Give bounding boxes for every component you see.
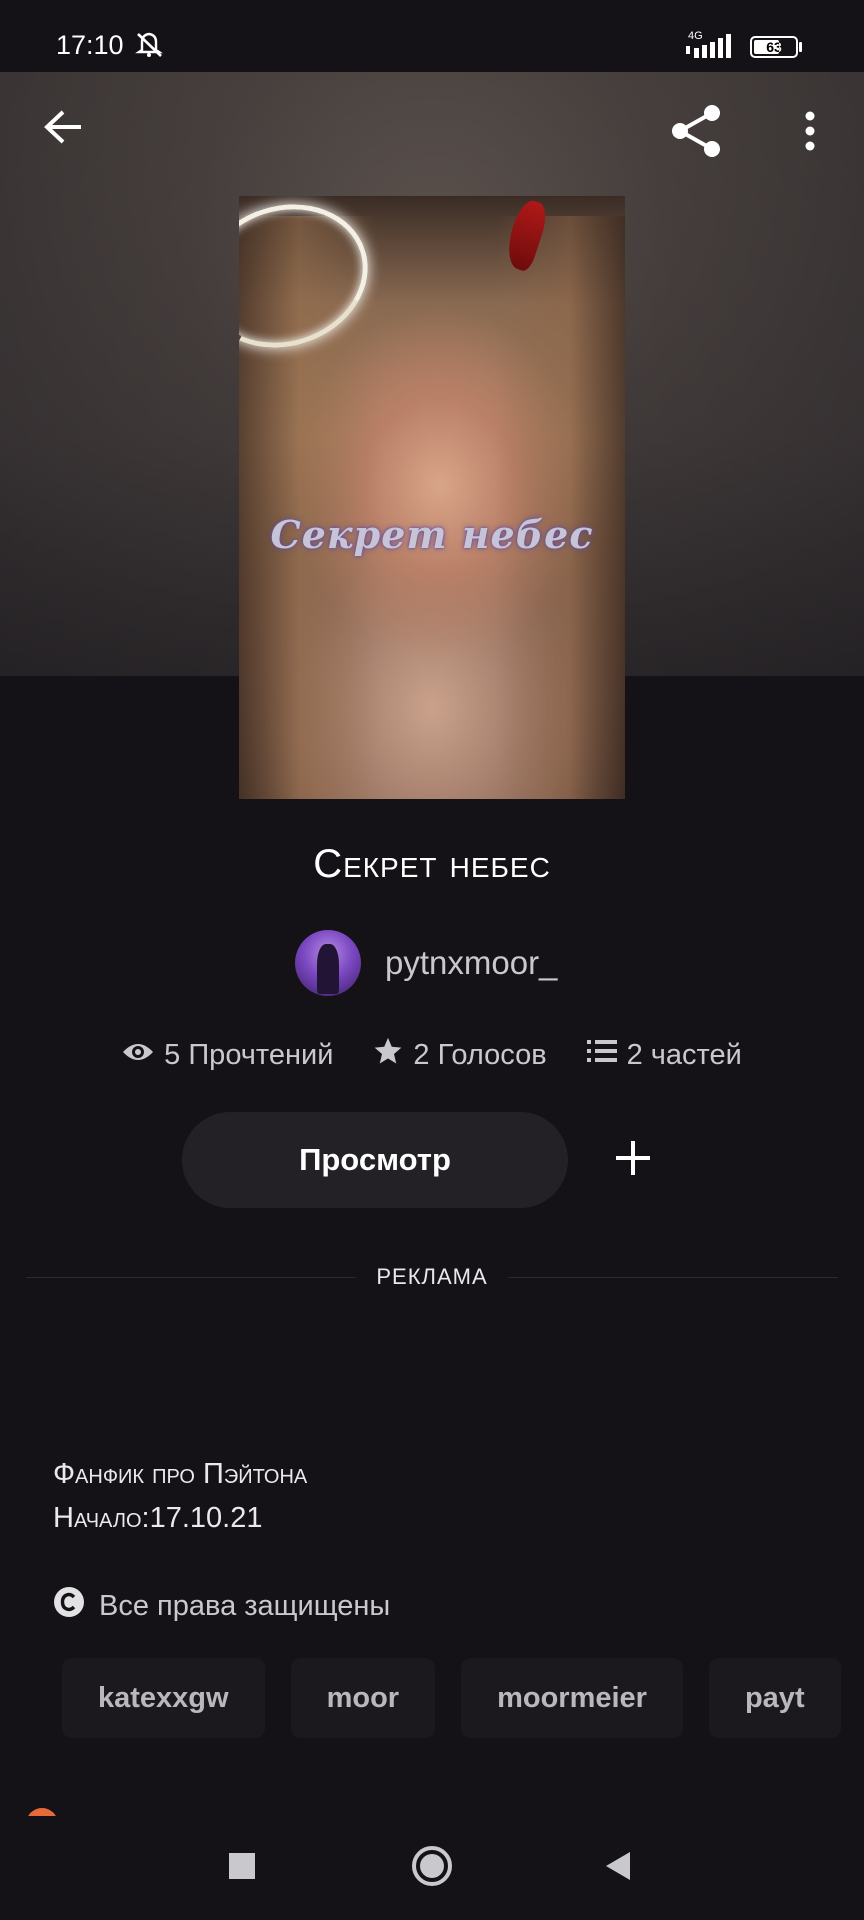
battery-icon: 63	[750, 36, 798, 58]
rights-text: Все права защищены	[99, 1589, 391, 1622]
tag-chip[interactable]: payt	[708, 1658, 841, 1738]
arrow-left-icon	[43, 109, 83, 150]
ad-label: РЕКЛАМА	[376, 1264, 488, 1289]
parts-count: 2 частей	[626, 1038, 742, 1071]
battery-percent: 63	[766, 39, 782, 55]
read-button[interactable]: Просмотр	[182, 1112, 568, 1208]
muted-bell-icon	[134, 30, 166, 63]
more-vertical-icon	[804, 111, 816, 156]
author-row[interactable]: pytnxmoor_	[295, 930, 557, 996]
copyright-row: Все права защищены	[53, 1586, 390, 1626]
story-description: Фанфик про Пэйтона Начало:17.10.21	[53, 1452, 307, 1540]
tag-list: katexxgw moor moormeier payt	[62, 1658, 864, 1738]
back-button[interactable]	[30, 96, 96, 162]
more-options-button[interactable]	[780, 100, 840, 166]
story-title: Секрет небес	[313, 842, 551, 886]
eye-icon	[122, 1039, 154, 1072]
share-icon	[668, 103, 724, 164]
cover-title: Секрет небес	[270, 512, 594, 557]
story-cover-image[interactable]: Секрет небес	[239, 196, 625, 799]
status-bar: 17:10 4G 63	[0, 0, 864, 72]
author-name[interactable]: pytnxmoor_	[385, 944, 557, 982]
add-to-library-button[interactable]	[590, 1122, 676, 1198]
ad-divider: РЕКЛАМА	[26, 1262, 838, 1292]
votes-stat: 2 Голосов	[373, 1036, 547, 1074]
tag-chip[interactable]: katexxgw	[62, 1658, 265, 1738]
description-line: Начало:17.10.21	[53, 1502, 263, 1534]
tag-chip[interactable]: moormeier	[461, 1658, 683, 1738]
tag-chip[interactable]: moor	[290, 1658, 436, 1738]
list-icon	[586, 1038, 617, 1072]
status-time: 17:10	[56, 30, 124, 60]
parts-stat: 2 частей	[586, 1036, 742, 1074]
square-icon	[229, 1852, 255, 1884]
home-circle-icon	[411, 1845, 453, 1892]
votes-count: 2 Голосов	[413, 1038, 547, 1071]
signal-icon	[684, 34, 738, 65]
star-icon	[373, 1036, 403, 1074]
copyright-icon	[53, 1586, 85, 1626]
reads-count: 5 Прочтений	[164, 1038, 334, 1071]
home-button[interactable]	[382, 1816, 482, 1920]
back-nav-button[interactable]	[568, 1816, 668, 1920]
recents-button[interactable]	[192, 1816, 292, 1920]
description-line: Фанфик про Пэйтона	[53, 1458, 308, 1490]
triangle-back-icon	[604, 1850, 632, 1887]
reads-stat: 5 Прочтений	[122, 1036, 333, 1074]
avatar[interactable]	[295, 930, 361, 996]
system-nav-bar	[0, 1816, 864, 1920]
story-stats: 5 Прочтений 2 Голосов 2 частей	[0, 1036, 864, 1074]
share-button[interactable]	[660, 100, 732, 166]
plus-icon	[614, 1139, 652, 1182]
